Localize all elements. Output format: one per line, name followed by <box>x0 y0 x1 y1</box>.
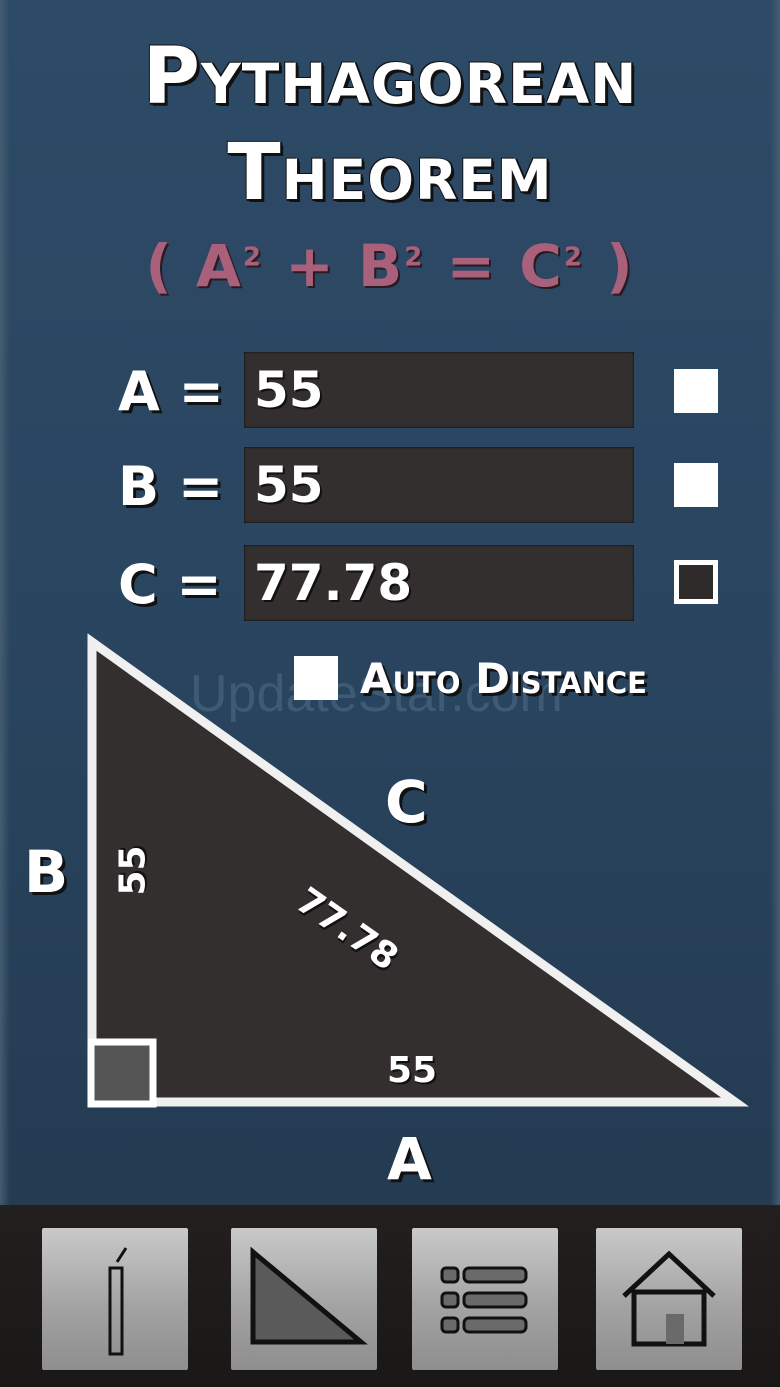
value-b: 55 <box>112 845 154 896</box>
auto-distance-label: Auto Distance <box>360 654 647 703</box>
value-a: 55 <box>387 1050 438 1091</box>
side-label-b: B <box>24 838 69 906</box>
list-icon <box>440 1266 528 1334</box>
pencil-icon <box>108 1247 128 1356</box>
right-angle-marker <box>87 1038 157 1108</box>
triangle-button[interactable] <box>231 1228 377 1370</box>
triangle-icon <box>250 1246 368 1345</box>
list-button[interactable] <box>412 1228 558 1370</box>
side-label-a: A <box>387 1125 432 1193</box>
auto-distance-checkbox[interactable] <box>294 656 338 700</box>
home-button[interactable] <box>596 1228 742 1370</box>
side-label-c: C <box>385 768 428 836</box>
triangle-diagram <box>87 633 750 1108</box>
home-icon <box>622 1250 716 1347</box>
pencil-button[interactable] <box>42 1228 188 1370</box>
